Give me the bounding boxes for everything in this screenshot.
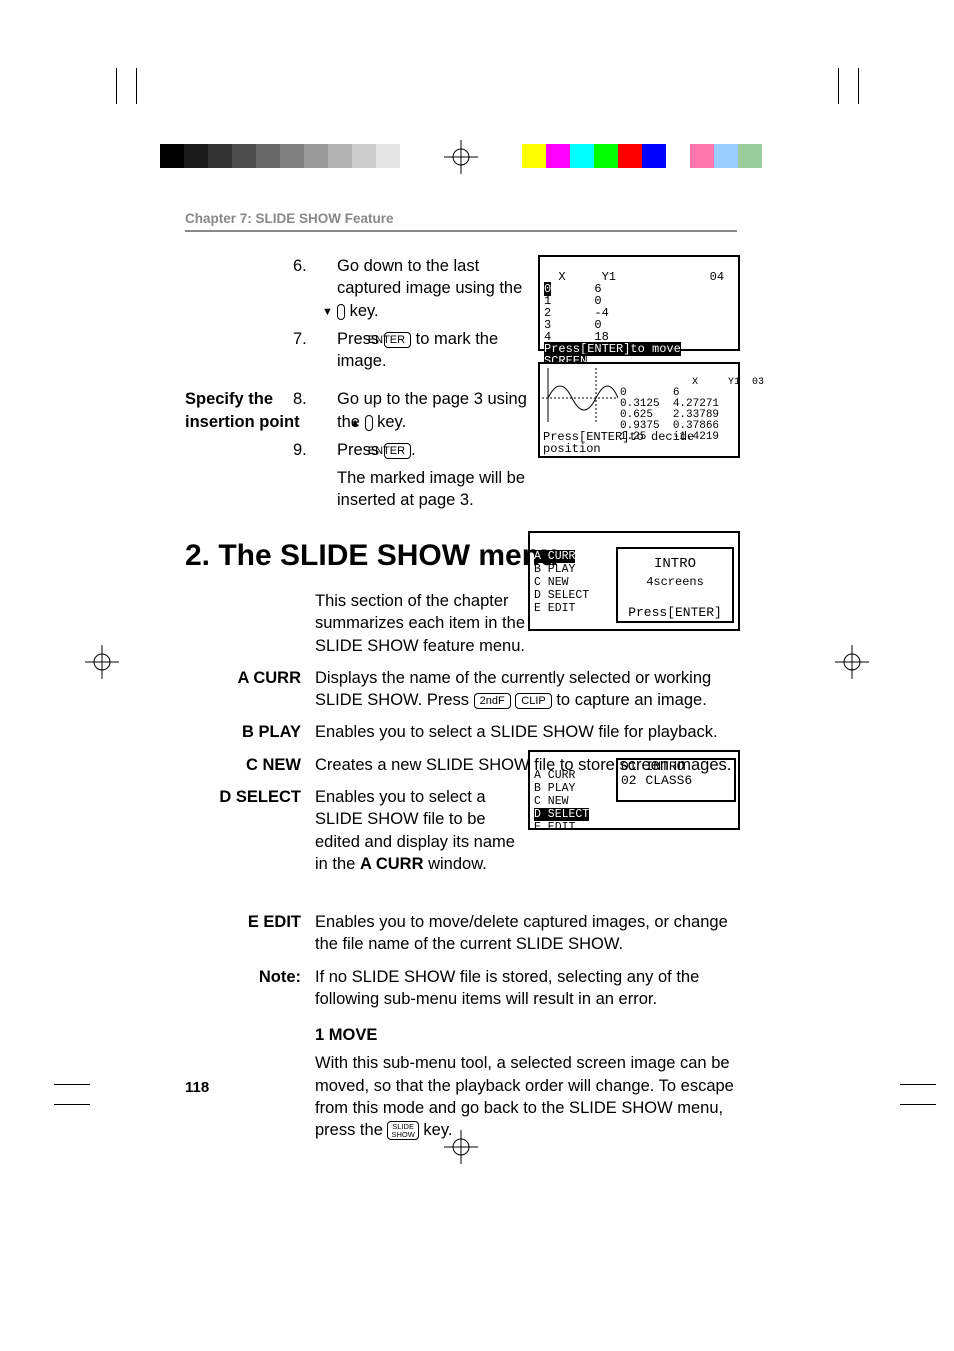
down-arrow-key: ▼ bbox=[337, 304, 345, 320]
figure-table-move: X Y1 04 0 6 1 0 2 -4 3 0 4 18 Press[ENTE… bbox=[538, 255, 740, 351]
item-b-label: B PLAY bbox=[185, 721, 315, 743]
enter-key: ENTER bbox=[384, 443, 411, 459]
item-a-text: Displays the name of the currently selec… bbox=[315, 667, 737, 712]
item-e-label: E EDIT bbox=[185, 911, 315, 956]
item-d-text: Enables you to select a SLIDE SHOW file … bbox=[315, 786, 525, 875]
item-c-label: C NEW bbox=[185, 754, 315, 776]
registration-mark-icon bbox=[444, 140, 478, 174]
move-heading: 1 MOVE bbox=[315, 1024, 737, 1046]
note-text: If no SLIDE SHOW file is stored, selecti… bbox=[315, 966, 737, 1011]
color-bar bbox=[522, 144, 762, 168]
slide-show-key: SLIDESHOW bbox=[387, 1121, 418, 1140]
step-6: 6.Go down to the last captured image usi… bbox=[315, 255, 530, 322]
clip-key: CLIP bbox=[515, 693, 551, 709]
page-number: 118 bbox=[185, 1078, 209, 1098]
registration-mark-icon bbox=[835, 645, 869, 679]
item-a-label: A CURR bbox=[185, 667, 315, 712]
figure-menu-intro: A CURR B PLAY C NEW D SELECT E EDIT INTR… bbox=[528, 531, 740, 631]
section-intro: This section of the chapter summarizes e… bbox=[315, 590, 525, 657]
figure-graph-decide: X Y1 03 0 6 0.3125 4.27271 0.625 2.33789… bbox=[538, 362, 740, 458]
note-label: Note: bbox=[185, 966, 315, 1011]
second-f-key: 2ndF bbox=[474, 693, 511, 709]
step-9: 9.Press ENTER. bbox=[315, 439, 530, 461]
up-arrow-key: ▲ bbox=[365, 415, 373, 431]
chapter-header: Chapter 7: SLIDE SHOW Feature bbox=[185, 210, 394, 228]
header-divider bbox=[185, 230, 737, 232]
step-8: 8.Go up to the page 3 using the ▲ key. bbox=[315, 388, 530, 433]
figure-menu-select: A CURR B PLAY C NEW D SELECT E EDIT 01 0… bbox=[528, 750, 740, 830]
step-9-result: The marked image will be inserted at pag… bbox=[315, 467, 530, 512]
enter-key: ENTER bbox=[384, 332, 411, 348]
registration-mark-icon bbox=[85, 645, 119, 679]
grayscale-bar bbox=[160, 144, 400, 168]
move-body: With this sub-menu tool, a selected scre… bbox=[315, 1052, 737, 1141]
item-e-text: Enables you to move/delete captured imag… bbox=[315, 911, 737, 956]
item-d-label: D SELECT bbox=[185, 786, 315, 875]
step-7: 7.Press ENTER to mark the image. bbox=[315, 328, 530, 373]
item-b-text: Enables you to select a SLIDE SHOW file … bbox=[315, 721, 737, 743]
